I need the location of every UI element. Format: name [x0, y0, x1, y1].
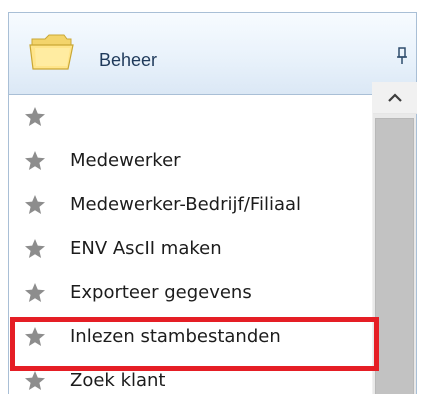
scroll-up-button[interactable] [373, 82, 417, 114]
folder-icon [29, 34, 74, 70]
panel-title: Beheer [99, 50, 158, 70]
list-item-label: Medewerker-Bedrijf/Filiaal [70, 194, 302, 215]
list-item-label: ENV AscII maken [70, 238, 222, 259]
star-icon [25, 239, 45, 258]
panel-header[interactable]: Beheer [9, 13, 416, 95]
list-item[interactable]: Exporteer gegevens [9, 272, 372, 316]
star-icon [25, 107, 45, 126]
star-icon [25, 371, 45, 390]
list-item-label: Inlezen stambestanden [70, 326, 281, 347]
menu-list: Medewerker Medewerker-Bedrijf/Filiaal EN… [9, 96, 372, 394]
star-icon [25, 151, 45, 170]
list-item[interactable]: Medewerker-Bedrijf/Filiaal [9, 184, 372, 228]
vertical-scrollbar[interactable] [372, 82, 417, 394]
pin-icon[interactable] [395, 46, 409, 66]
star-icon [25, 195, 45, 214]
list-item-label: Medewerker [70, 150, 181, 171]
star-icon [25, 327, 45, 346]
list-item[interactable] [9, 96, 372, 140]
list-item-label: Zoek klant [70, 370, 166, 391]
list-item[interactable]: Medewerker [9, 140, 372, 184]
star-icon [25, 283, 45, 302]
chevron-up-icon [388, 93, 402, 102]
list-item[interactable]: Zoek klant [9, 360, 372, 394]
list-item[interactable]: Inlezen stambestanden [9, 316, 372, 360]
list-item[interactable]: ENV AscII maken [9, 228, 372, 272]
beheer-panel: Beheer Medewerker Medewerker-Bedrijf/Fil… [0, 0, 426, 394]
list-item-label: Exporteer gegevens [70, 282, 252, 303]
scroll-thumb[interactable] [375, 118, 414, 394]
